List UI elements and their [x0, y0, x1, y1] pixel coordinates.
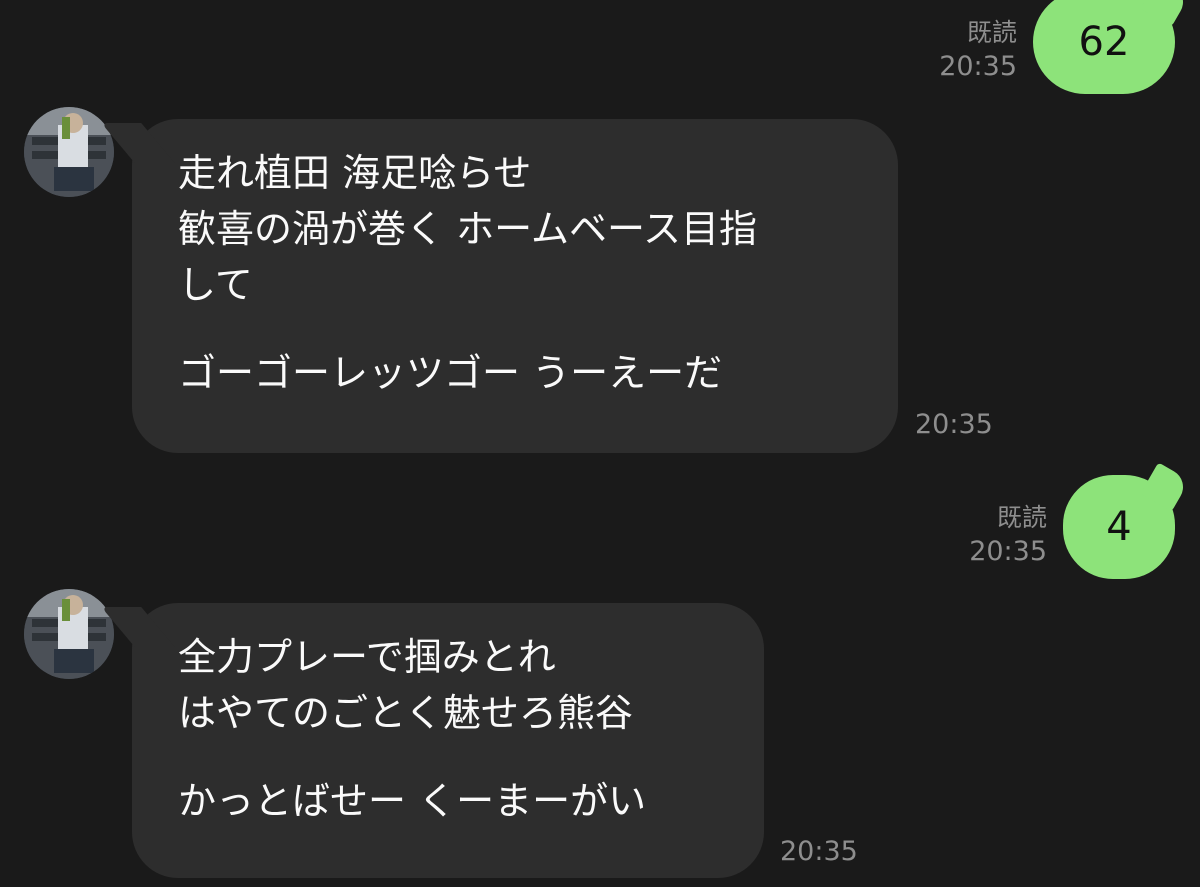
message-line: ゴーゴーレッツゴー うーえーだ — [178, 351, 723, 395]
message-meta: 既読 20:35 — [969, 505, 1047, 565]
bubble-tail — [1140, 0, 1190, 27]
incoming-message-bubble[interactable]: 走れ植田 海足唸らせ 歓喜の渦が巻く ホームベース目指 して ゴーゴーレッツゴー… — [101, 119, 898, 453]
message-line: かっとばせー くーまーがい — [178, 779, 647, 823]
avatar[interactable] — [24, 589, 114, 679]
message-line: 全力プレーで掴みとれ — [178, 635, 556, 679]
message-timestamp: 20:35 — [915, 409, 993, 440]
incoming-message-bubble[interactable]: 全力プレーで掴みとれ はやてのごとく魅せろ熊谷 かっとばせー くーまーがい — [101, 603, 764, 878]
outgoing-message-bubble[interactable]: 62 — [1033, 0, 1190, 94]
message-line: 歓喜の渦が巻く ホームベース目指 — [178, 207, 758, 251]
message-timestamp: 20:35 — [969, 536, 1047, 567]
outgoing-message-bubble[interactable]: 4 — [1063, 462, 1190, 579]
bubble-tail — [1140, 462, 1190, 512]
message-line: はやてのごとく魅せろ熊谷 — [178, 691, 633, 735]
read-receipt: 既読 — [996, 503, 1047, 532]
read-receipt: 既読 — [966, 18, 1017, 47]
avatar-photo-icon — [24, 589, 114, 679]
avatar[interactable] — [24, 107, 114, 197]
message-timestamp: 20:35 — [939, 51, 1017, 82]
avatar-photo-icon — [24, 107, 114, 197]
message-timestamp: 20:35 — [780, 836, 858, 867]
message-text: 4 — [1106, 504, 1132, 550]
message-text: 62 — [1078, 19, 1130, 65]
message-line: して — [178, 263, 253, 307]
message-meta: 既読 20:35 — [939, 20, 1017, 80]
message-line: 走れ植田 海足唸らせ — [178, 151, 532, 195]
